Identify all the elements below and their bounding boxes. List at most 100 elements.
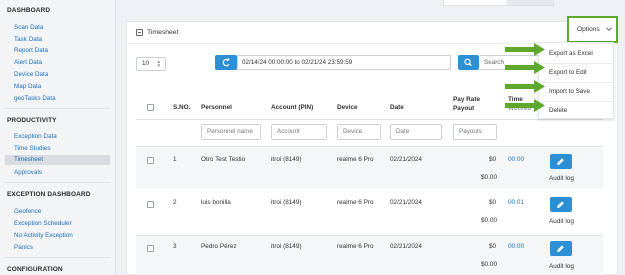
col-header-payout[interactable]: Payout: [453, 105, 474, 112]
sidebar-item-scan-data[interactable]: Scan Data: [14, 24, 43, 31]
sidebar-item-geofence[interactable]: Geofence: [14, 208, 41, 215]
options-button[interactable]: Options: [567, 16, 618, 43]
row-audit-log[interactable]: Audit log: [549, 263, 574, 270]
payouts-filter-input[interactable]: Payouts: [453, 124, 497, 140]
row-sno: 3: [173, 243, 177, 250]
personnel-filter-input[interactable]: Personnel name: [201, 124, 261, 140]
row-payout: $0.00: [481, 261, 497, 268]
edit-icon: [557, 245, 564, 252]
sidebar-item-timesheet[interactable]: Timesheet: [5, 155, 110, 165]
row-personnel: luis bonilla: [201, 199, 231, 206]
panel-header: Timesheet: [127, 22, 617, 44]
menu-item-export-edit[interactable]: Export to Edit: [549, 69, 587, 76]
section-configuration: CONFIGURATION: [7, 266, 63, 273]
page-size-select[interactable]: 10 ▲ ▼: [136, 57, 166, 71]
table-row: [136, 147, 603, 189]
sidebar-item-alert-data[interactable]: Alert Data: [14, 59, 42, 66]
row-date: 02/21/2024: [390, 243, 422, 250]
sidebar-item-geotasks-data[interactable]: geoTasks Data: [14, 95, 56, 102]
top-control: [443, 0, 554, 6]
row-date: 02/21/2024: [390, 199, 422, 206]
sidebar-item-device-data[interactable]: Device Data: [14, 71, 48, 78]
sidebar-item-panics[interactable]: Panics: [14, 244, 33, 251]
sidebar-item-exception-data[interactable]: Exception Data: [14, 133, 57, 140]
row-personnel: Otro Test Testio: [201, 156, 246, 163]
row-checkbox[interactable]: [147, 157, 154, 164]
sidebar-item-task-data[interactable]: Task Data: [14, 36, 42, 43]
divider: [5, 108, 110, 109]
refresh-icon: [222, 57, 230, 67]
account-filter-input[interactable]: Account: [271, 124, 327, 140]
select-all-checkbox[interactable]: [147, 104, 154, 111]
row-account: itroi (8149): [271, 156, 302, 163]
chevron-down-icon: [606, 27, 612, 31]
search-icon: [464, 58, 472, 67]
sidebar: DASHBOARD Scan Data Task Data Report Dat…: [0, 0, 116, 275]
row-time-worked[interactable]: 00:00: [508, 243, 524, 250]
col-header-date[interactable]: Date: [390, 104, 404, 111]
col-header-sno: S.NO.: [173, 104, 191, 111]
row-audit-log[interactable]: Audit log: [549, 218, 574, 225]
header-divider: [136, 119, 603, 120]
row-pay-rate: $0: [489, 199, 497, 206]
panel-title: Timesheet: [147, 29, 179, 36]
table-row: [136, 190, 603, 235]
sidebar-item-no-activity-exception[interactable]: No Activity Exception: [14, 232, 73, 239]
edit-icon: [557, 158, 564, 165]
options-menu: Export as Excel Export to Edit Import to…: [538, 42, 614, 119]
row-device: realme 6 Pro: [337, 156, 374, 163]
table-row: [136, 236, 603, 275]
menu-item-export-excel[interactable]: Export as Excel: [549, 50, 593, 57]
section-dashboard: DASHBOARD: [7, 7, 51, 14]
row-payout: $0.00: [481, 174, 497, 181]
row-time-worked[interactable]: 00:01: [508, 199, 524, 206]
sidebar-item-report-data[interactable]: Report Data: [14, 47, 48, 54]
col-header-device[interactable]: Device: [337, 104, 358, 111]
menu-item-import-save[interactable]: Import to Save: [549, 88, 590, 95]
row-sno: 1: [173, 156, 177, 163]
device-filter-input[interactable]: Device: [337, 124, 381, 140]
col-header-account[interactable]: Account (PIN): [271, 104, 313, 111]
audit-edit-button[interactable]: [550, 197, 572, 212]
annotation-arrow-icon: [505, 61, 545, 74]
audit-edit-button[interactable]: [550, 154, 572, 169]
menu-divider: [539, 82, 613, 83]
audit-edit-button[interactable]: [550, 241, 572, 256]
section-productivity: PRODUCTIVITY: [7, 117, 57, 124]
annotation-arrow-icon: [505, 80, 545, 93]
col-header-personnel[interactable]: Personnel: [201, 104, 232, 111]
date-filter-input[interactable]: Date: [390, 124, 442, 140]
row-pay-rate: $0: [489, 243, 497, 250]
refresh-button[interactable]: [215, 55, 237, 70]
sidebar-item-time-studies[interactable]: Time Studies: [14, 145, 51, 152]
row-sno: 2: [173, 199, 177, 206]
divider: [5, 182, 110, 183]
updown-icon: ▲ ▼: [156, 59, 161, 68]
menu-divider: [539, 63, 613, 64]
edit-icon: [557, 201, 564, 208]
row-time-worked[interactable]: 00:00: [508, 156, 524, 163]
search-button[interactable]: [458, 55, 479, 70]
row-date: 02/21/2024: [390, 156, 422, 163]
date-range-input[interactable]: 02/14/24 00:00:00 to 02/21/24 23:59:59: [237, 55, 451, 70]
row-account: itroi (8149): [271, 199, 302, 206]
row-device: realme 6 Pro: [337, 243, 374, 250]
menu-item-delete[interactable]: Delete: [549, 107, 567, 114]
annotation-arrow-icon: [505, 43, 545, 56]
row-checkbox[interactable]: [147, 201, 154, 208]
row-personnel: Pedro Pérez: [201, 243, 237, 250]
row-payout: $0.00: [481, 217, 497, 224]
sidebar-item-map-data[interactable]: Map Data: [14, 83, 41, 90]
calendar-icon: [136, 29, 143, 36]
row-audit-log[interactable]: Audit log: [549, 175, 574, 182]
row-device: realme 6 Pro: [337, 199, 374, 206]
sidebar-item-exception-scheduler[interactable]: Exception Scheduler: [14, 220, 72, 227]
col-header-pay-rate[interactable]: Pay Rate: [453, 96, 480, 103]
row-account: itroi (8149): [271, 243, 302, 250]
row-checkbox[interactable]: [147, 245, 154, 252]
annotation-arrow-icon: [505, 99, 545, 112]
divider: [5, 257, 110, 258]
row-pay-rate: $0: [489, 156, 497, 163]
sidebar-item-approvals[interactable]: Approvals: [14, 169, 42, 176]
section-exception-dashboard: EXCEPTION DASHBOARD: [7, 191, 91, 198]
